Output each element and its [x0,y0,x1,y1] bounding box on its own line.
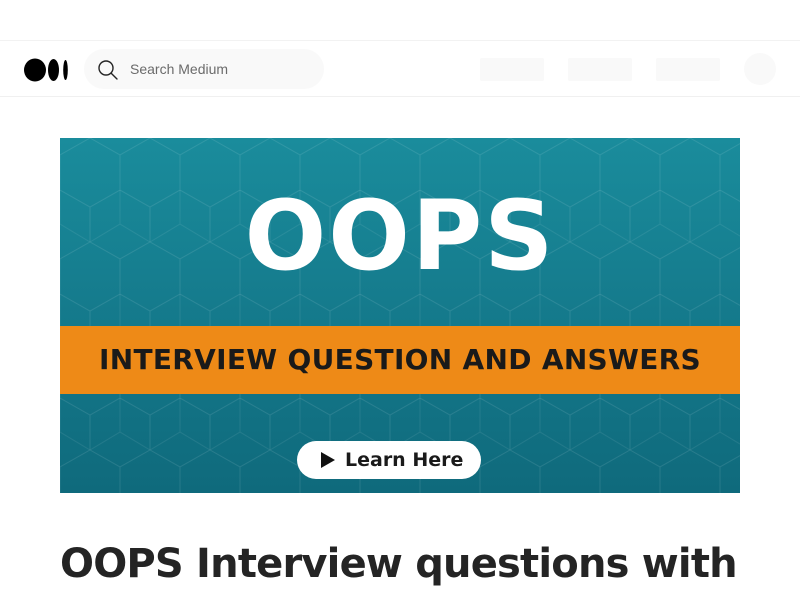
search-bar[interactable] [84,49,324,89]
search-input[interactable] [130,49,310,89]
nav-placeholder-write[interactable] [480,58,544,81]
nav-placeholder-signup[interactable] [568,58,632,81]
hero-band-text: INTERVIEW QUESTION AND ANSWERS [99,343,701,376]
search-icon[interactable] [97,59,119,81]
play-icon [321,452,335,468]
learn-here-button[interactable]: Learn Here [297,441,481,479]
article-title: OOPS Interview questions with [60,541,738,587]
nav-placeholder-signin[interactable] [656,58,720,81]
hero-title: OOPS [244,180,556,292]
learn-here-label: Learn Here [345,449,464,471]
hero-band: INTERVIEW QUESTION AND ANSWERS [60,326,740,394]
top-blank-strip [0,0,800,40]
medium-logo-icon[interactable] [24,58,70,82]
top-navbar [0,40,800,97]
avatar-placeholder[interactable] [744,53,776,85]
hero-image: OOPS INTERVIEW QUESTION AND ANSWERS Lear… [60,138,740,493]
